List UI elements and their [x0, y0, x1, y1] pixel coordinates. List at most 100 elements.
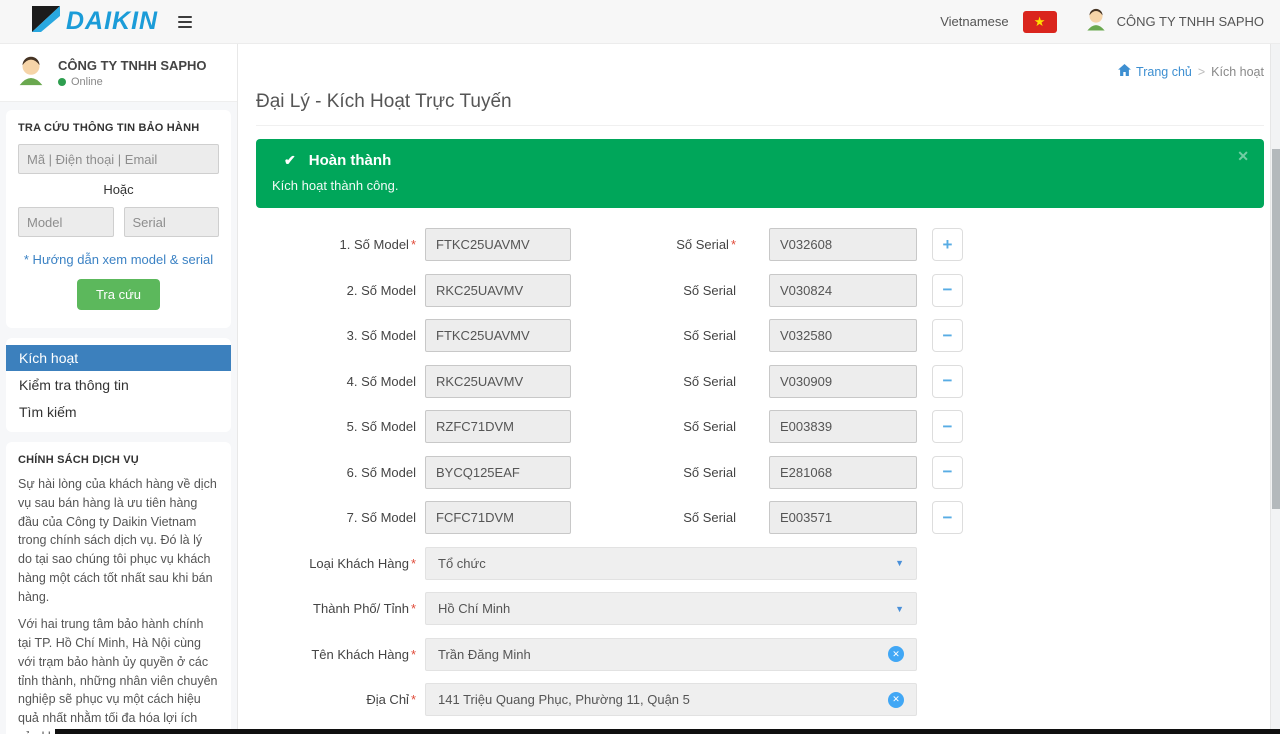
model-input[interactable]: [425, 228, 571, 261]
lookup-card-title: TRA CỨU THÔNG TIN BẢO HÀNH: [18, 122, 219, 134]
policy-paragraph: Với hai trung tâm bảo hành chính tại TP.…: [18, 615, 219, 734]
account-name[interactable]: CÔNG TY TNHH SAPHO: [1117, 14, 1264, 29]
model-serial-guide-link[interactable]: * Hướng dẫn xem model & serial: [18, 252, 219, 267]
lookup-model-input[interactable]: [18, 207, 114, 237]
serial-input[interactable]: [769, 410, 917, 443]
vietnam-flag-icon[interactable]: ★: [1023, 11, 1057, 33]
check-icon: ✔: [284, 152, 296, 169]
model-input[interactable]: [425, 410, 571, 443]
breadcrumb: Trang chủ > Kích hoạt: [256, 44, 1264, 79]
serial-input[interactable]: [769, 319, 917, 352]
remove-row-button[interactable]: −: [932, 501, 963, 534]
model-input[interactable]: [425, 274, 571, 307]
device-row: 6. Số Model Số Serial −: [256, 456, 1264, 489]
model-label: 4. Số Model: [256, 374, 416, 389]
model-input[interactable]: [425, 456, 571, 489]
screen-edge-bar: [55, 729, 1280, 734]
serial-label: Số Serial: [571, 328, 736, 343]
select-field[interactable]: Hồ Chí Minh ▼: [425, 592, 917, 625]
text-field[interactable]: 141 Triệu Quang Phục, Phường 11, Quận 5 …: [425, 683, 917, 716]
sidebar-menu: Kích hoạt Kiểm tra thông tin Tìm kiếm: [6, 338, 231, 432]
lookup-submit-button[interactable]: Tra cứu: [77, 279, 160, 310]
serial-label: Số Serial: [571, 374, 736, 389]
sidebar-avatar: [14, 53, 48, 92]
model-input[interactable]: [425, 365, 571, 398]
vertical-scrollbar[interactable]: [1270, 44, 1280, 734]
daikin-logo-mark-icon: [30, 5, 60, 38]
serial-input[interactable]: [769, 501, 917, 534]
alert-title: Hoàn thành: [309, 152, 392, 169]
customer-field-row: Tên Khách Hàng* Trần Đăng Minh ✕: [256, 638, 1264, 671]
serial-input[interactable]: [769, 365, 917, 398]
serial-input[interactable]: [769, 274, 917, 307]
lookup-id-input[interactable]: [18, 144, 219, 174]
or-label: Hoặc: [18, 182, 219, 197]
add-row-button[interactable]: +: [932, 228, 963, 261]
brand-name: DAIKIN: [66, 7, 158, 36]
sidebar-menu-item[interactable]: Tìm kiếm: [6, 399, 231, 425]
device-row: 2. Số Model Số Serial −: [256, 274, 1264, 307]
model-label: 1. Số Model*: [256, 237, 416, 252]
device-row: 7. Số Model Số Serial −: [256, 501, 1264, 534]
remove-row-button[interactable]: −: [932, 410, 963, 443]
serial-input[interactable]: [769, 228, 917, 261]
remove-row-button[interactable]: −: [932, 365, 963, 398]
customer-field-row: Loại Khách Hàng* Tổ chức ▼: [256, 547, 1264, 580]
text-field[interactable]: Trần Đăng Minh ✕: [425, 638, 917, 671]
model-label: 7. Số Model: [256, 510, 416, 525]
alert-close-icon[interactable]: ✕: [1237, 148, 1249, 165]
required-asterisk: *: [731, 237, 736, 252]
clear-field-icon[interactable]: ✕: [888, 646, 904, 662]
breadcrumb-home-link[interactable]: Trang chủ: [1118, 64, 1192, 79]
chevron-down-icon[interactable]: ▼: [895, 604, 904, 614]
sidebar-menu-item[interactable]: Kích hoạt: [6, 345, 231, 371]
remove-row-button[interactable]: −: [932, 456, 963, 489]
customer-field-row: Thành Phố/ Tỉnh* Hồ Chí Minh ▼: [256, 592, 1264, 625]
device-row: 3. Số Model Số Serial −: [256, 319, 1264, 352]
account-avatar[interactable]: [1083, 6, 1109, 37]
sidebar-menu-item[interactable]: Kiểm tra thông tin: [6, 372, 231, 398]
scrollbar-thumb[interactable]: [1272, 149, 1280, 509]
serial-label: Số Serial: [571, 465, 736, 480]
chevron-down-icon[interactable]: ▼: [895, 558, 904, 568]
remove-row-button[interactable]: −: [932, 319, 963, 352]
serial-label: Số Serial: [571, 283, 736, 298]
policy-card-title: CHÍNH SÁCH DỊCH VỤ: [18, 454, 219, 466]
alert-message: Kích hoạt thành công.: [272, 178, 1248, 193]
serial-input[interactable]: [769, 456, 917, 489]
device-row: 1. Số Model* Số Serial* +: [256, 228, 1264, 261]
model-input[interactable]: [425, 501, 571, 534]
model-label: 5. Số Model: [256, 419, 416, 434]
model-label: 2. Số Model: [256, 283, 416, 298]
required-asterisk: *: [411, 601, 416, 616]
serial-label: Số Serial: [571, 419, 736, 434]
activation-form: 1. Số Model* Số Serial* + 2. Số Model Số…: [256, 228, 1264, 734]
warranty-lookup-card: TRA CỨU THÔNG TIN BẢO HÀNH Hoặc * Hướng …: [6, 110, 231, 328]
hamburger-menu-icon[interactable]: [176, 12, 194, 32]
policy-paragraph: Sự hài lòng của khách hàng về dịch vụ sa…: [18, 475, 219, 606]
remove-row-button[interactable]: −: [932, 274, 963, 307]
home-icon: [1118, 64, 1131, 79]
main-content: Trang chủ > Kích hoạt Đại Lý - Kích Hoạt…: [238, 44, 1280, 734]
daikin-logo[interactable]: DAIKIN: [30, 5, 158, 38]
success-alert: ✔ Hoàn thành Kích hoạt thành công. ✕: [256, 139, 1264, 208]
page-title: Đại Lý - Kích Hoạt Trực Tuyến: [256, 91, 1264, 126]
breadcrumb-separator: >: [1198, 65, 1205, 79]
customer-field-row: Địa Chỉ* 141 Triệu Quang Phục, Phường 11…: [256, 683, 1264, 716]
model-input[interactable]: [425, 319, 571, 352]
sidebar-user-panel: CÔNG TY TNHH SAPHO Online: [0, 44, 237, 102]
select-field[interactable]: Tổ chức ▼: [425, 547, 917, 580]
serial-label: Số Serial*: [571, 237, 736, 252]
lookup-serial-input[interactable]: [124, 207, 220, 237]
clear-field-icon[interactable]: ✕: [888, 692, 904, 708]
sidebar: CÔNG TY TNHH SAPHO Online TRA CỨU THÔNG …: [0, 44, 238, 734]
device-row: 4. Số Model Số Serial −: [256, 365, 1264, 398]
field-label: Thành Phố/ Tỉnh*: [256, 601, 416, 616]
field-label: Địa Chỉ*: [256, 692, 416, 707]
device-row: 5. Số Model Số Serial −: [256, 410, 1264, 443]
model-label: 3. Số Model: [256, 328, 416, 343]
online-status-label: Online: [71, 76, 103, 88]
required-asterisk: *: [411, 237, 416, 252]
field-label: Loại Khách Hàng*: [256, 556, 416, 571]
language-label[interactable]: Vietnamese: [940, 14, 1008, 29]
